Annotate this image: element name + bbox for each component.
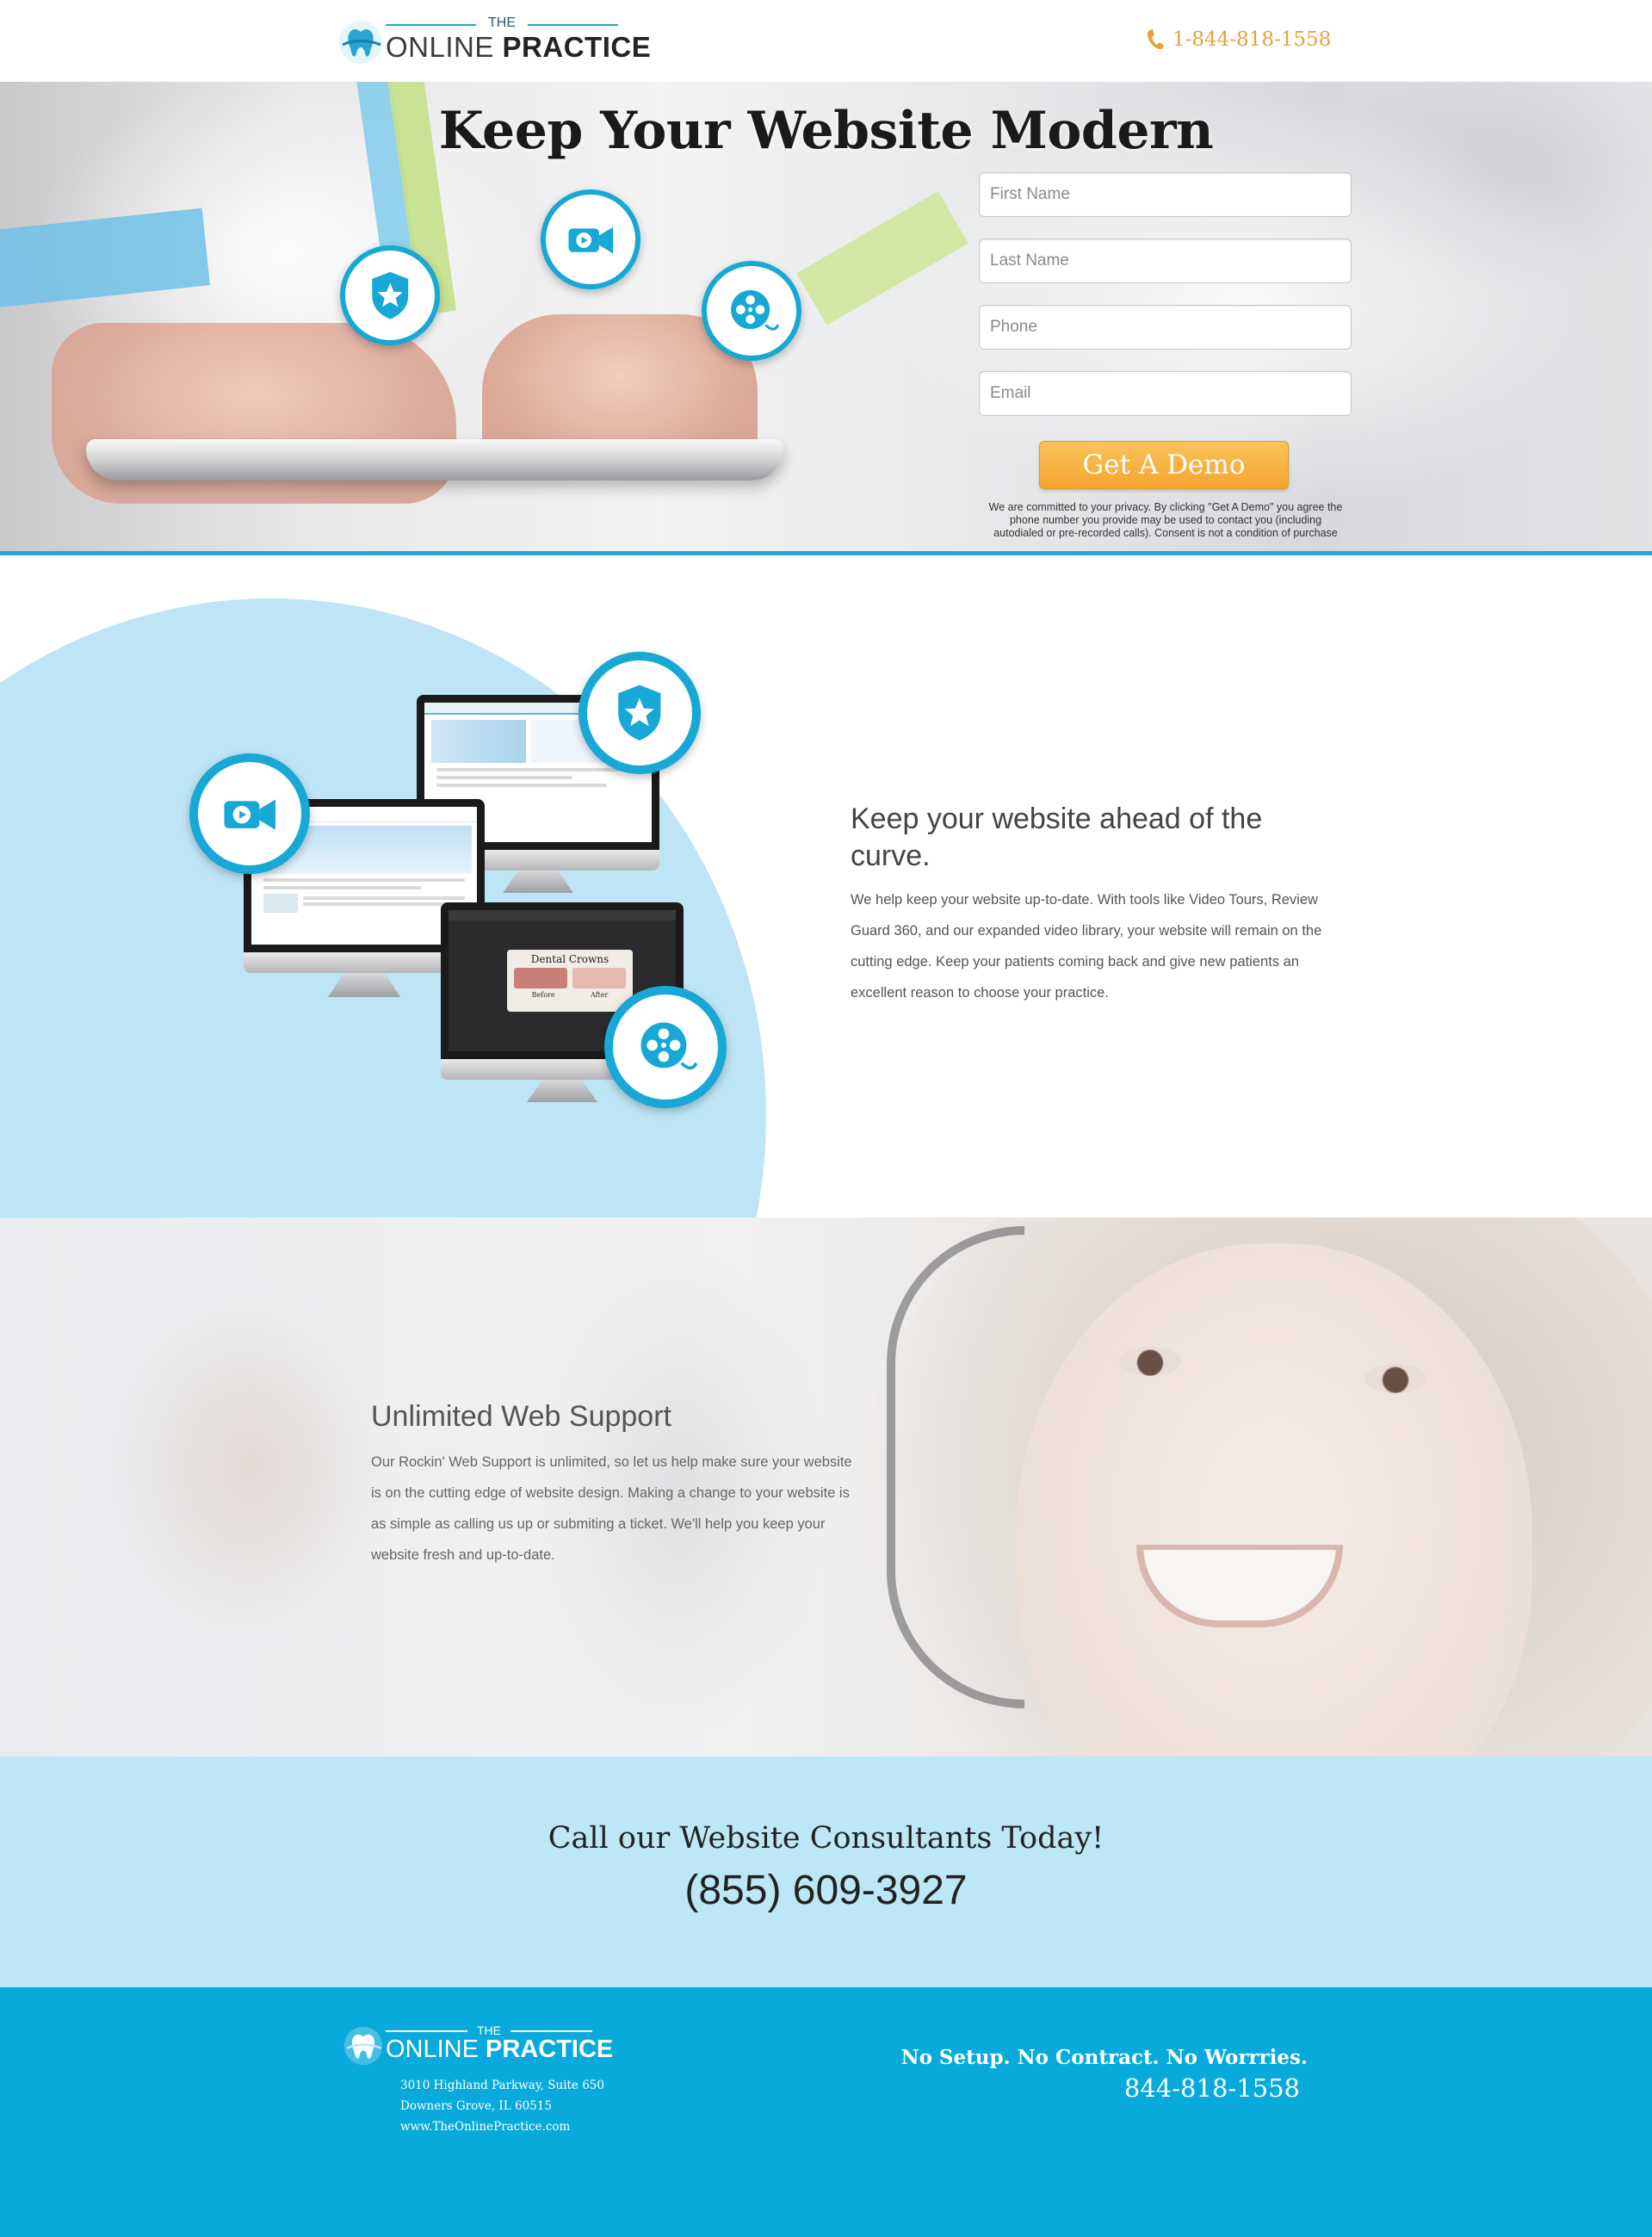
footer-logo-practice-text: PRACTICE [486, 2036, 614, 2063]
footer-logo-name-text: ONLINE PRACTICE [386, 2036, 613, 2064]
footer-website-link[interactable]: www.TheOnlinePractice.com [400, 2120, 570, 2134]
monitor-caption: Dental Crowns [530, 953, 609, 965]
last-name-field[interactable] [979, 239, 1352, 283]
headset-icon [887, 1226, 1024, 1708]
demo-request-form: Get A Demo We are committed to your priv… [979, 172, 1352, 539]
cta-phone-number[interactable]: (855) 609-3927 [0, 1867, 1652, 1914]
footer-phone-number[interactable]: 844-818-1558 [861, 2073, 1300, 2103]
privacy-notice: We are committed to your privacy. By cli… [988, 501, 1343, 539]
call-to-action-section: Call our Website Consultants Today! (855… [0, 1757, 1652, 1987]
header-phone-number: 1-844-818-1558 [1172, 28, 1332, 51]
feature-body: We help keep your website up-to-date. Wi… [851, 892, 1322, 1001]
support-background-blur [103, 1286, 396, 1648]
support-title: Unlimited Web Support [371, 1400, 671, 1433]
footer-logo-online-text: ONLINE [386, 2036, 486, 2063]
support-photo-eye [1364, 1364, 1426, 1393]
tooth-logo-icon [343, 2026, 383, 2066]
logo-practice-text: PRACTICE [502, 31, 652, 63]
hero-section: Keep Your Website Modern Get A Demo We a… [0, 82, 1652, 555]
email-field[interactable] [979, 371, 1352, 416]
cta-heading: Call our Website Consultants Today! [548, 1821, 1104, 1856]
footer-address-line1: 3010 Highland Parkway, Suite 650 [400, 2079, 604, 2092]
header-phone-link[interactable]: 1-844-818-1558 [1145, 24, 1331, 55]
film-reel-icon [702, 261, 801, 361]
web-support-section: Unlimited Web Support Our Rockin' Web Su… [0, 1218, 1652, 1757]
phone-field[interactable] [979, 305, 1352, 350]
logo-name-text: ONLINE PRACTICE [386, 31, 651, 64]
star-shield-icon [340, 245, 440, 345]
footer-tagline: No Setup. No Contract. No Worrries. [900, 2046, 1308, 2069]
logo-the-text: THE [386, 15, 618, 33]
feature-title: Keep your website ahead of the curve. [851, 802, 1263, 872]
footer-address-line2: Downers Grove, IL 60515 [400, 2099, 552, 2113]
get-a-demo-button[interactable]: Get A Demo [1039, 441, 1289, 489]
footer-logo[interactable]: THE ONLINE PRACTICE [343, 2023, 613, 2067]
star-shield-icon [579, 652, 701, 774]
hero-title: Keep Your Website Modern [438, 101, 1214, 161]
tooth-logo-icon [339, 21, 382, 64]
hero-tablet [86, 439, 783, 480]
video-camera-icon [541, 189, 640, 289]
site-logo[interactable]: THE ONLINE PRACTICE [337, 15, 651, 65]
support-body: Our Rockin' Web Support is unlimited, so… [371, 1454, 852, 1563]
film-reel-icon [604, 986, 727, 1108]
website-feature-section: Dental Crowns Before After Keep your web… [0, 555, 1652, 1218]
video-camera-icon [189, 753, 310, 874]
site-footer: THE ONLINE PRACTICE 3010 Highland Parkwa… [0, 1987, 1652, 2237]
first-name-field[interactable] [979, 172, 1352, 217]
phone-icon [1147, 29, 1164, 50]
site-header: THE ONLINE PRACTICE 1-844-818-1558 [0, 0, 1652, 82]
monitor-before-label: Before [531, 991, 555, 999]
footer-address: 3010 Highland Parkway, Suite 650 Downers… [400, 2075, 604, 2137]
monitor-after-label: After [590, 991, 609, 999]
support-photo-eye [1119, 1347, 1181, 1376]
logo-online-text: ONLINE [386, 31, 503, 63]
